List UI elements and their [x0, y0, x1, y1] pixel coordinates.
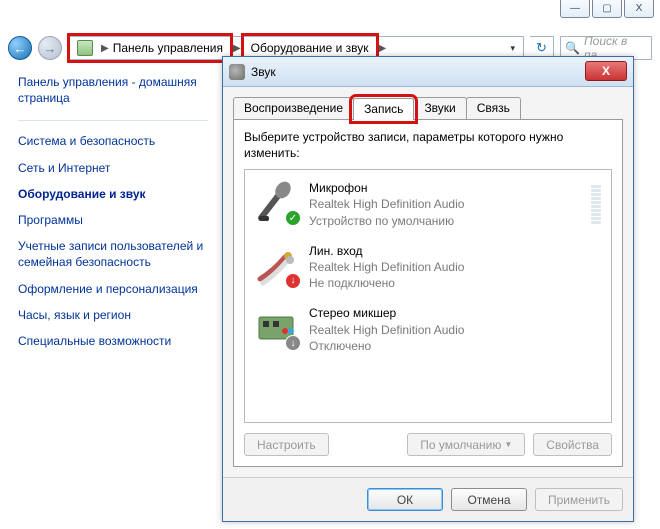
divider — [18, 120, 208, 121]
tab-pane-recording: Выберите устройство записи, параметры ко… — [233, 119, 623, 467]
control-panel-icon — [77, 40, 93, 56]
sidebar-item-network-internet[interactable]: Сеть и Интернет — [18, 160, 208, 176]
ok-button[interactable]: ОК — [367, 488, 443, 511]
chevron-right-icon[interactable]: ▶ — [229, 43, 245, 54]
sidebar-item-ease-of-access[interactable]: Специальные возможности — [18, 333, 208, 349]
cancel-button[interactable]: Отмена — [451, 488, 527, 511]
device-name: Лин. вход — [309, 243, 601, 259]
chevron-right-icon: ▶ — [97, 43, 113, 54]
chevron-right-icon[interactable]: ▶ — [375, 43, 391, 54]
tab-playback[interactable]: Воспроизведение — [233, 97, 354, 119]
nav-back-button[interactable]: ← — [8, 36, 32, 60]
microphone-icon: ✓ — [255, 180, 299, 224]
arrow-left-icon: ← — [14, 41, 27, 56]
device-row-stereo-mix[interactable]: ↓ Стерео микшер Realtek High Definition … — [249, 301, 607, 364]
speaker-icon — [229, 64, 245, 80]
sidebar-item-clock-language[interactable]: Часы, язык и регион — [18, 307, 208, 323]
device-name: Стерео микшер — [309, 305, 601, 321]
address-dropdown-button[interactable]: ▾ — [504, 43, 521, 54]
device-name: Микрофон — [309, 180, 581, 196]
breadcrumb-control-panel[interactable]: ▶ Панель управления — [71, 37, 229, 59]
nav-forward-button[interactable]: → — [38, 36, 62, 60]
device-row-line-in[interactable]: ↓ Лин. вход Realtek High Definition Audi… — [249, 239, 607, 302]
dialog-footer: ОК Отмена Применить — [223, 477, 633, 521]
search-icon: 🔍 — [565, 41, 580, 55]
sidebar-item-hardware-sound[interactable]: Оборудование и звук — [18, 186, 208, 202]
sound-dialog: Звук X Воспроизведение Запись Звуки Связ… — [222, 56, 634, 522]
dialog-close-button[interactable]: X — [585, 61, 627, 81]
arrow-down-icon: ↓ — [285, 273, 301, 289]
tab-communications[interactable]: Связь — [466, 97, 521, 119]
sidebar: Панель управления - домашняя страница Си… — [18, 74, 208, 359]
tab-sounds[interactable]: Звуки — [413, 97, 466, 119]
properties-button[interactable]: Свойства — [533, 433, 612, 456]
sound-card-icon: ↓ — [255, 305, 299, 349]
level-meter — [591, 180, 601, 224]
instruction-text: Выберите устройство записи, параметры ко… — [244, 130, 612, 161]
device-status: Устройство по умолчанию — [309, 213, 581, 229]
sidebar-item-programs[interactable]: Программы — [18, 212, 208, 228]
set-default-button[interactable]: По умолчанию▼ — [407, 433, 525, 456]
refresh-icon: ↻ — [536, 40, 547, 56]
window-maximize-button[interactable]: ▢ — [592, 0, 622, 18]
apply-button[interactable]: Применить — [535, 488, 623, 511]
configure-button[interactable]: Настроить — [244, 433, 329, 456]
device-status: Отключено — [309, 338, 601, 354]
close-icon: X — [602, 64, 610, 78]
chevron-down-icon: ▼ — [504, 440, 512, 449]
dialog-title: Звук — [251, 65, 276, 79]
sidebar-item-system-security[interactable]: Система и безопасность — [18, 133, 208, 149]
line-in-icon: ↓ — [255, 243, 299, 287]
window-close-button[interactable]: X — [624, 0, 654, 18]
device-row-microphone[interactable]: ✓ Микрофон Realtek High Definition Audio… — [249, 176, 607, 239]
sidebar-item-appearance[interactable]: Оформление и персонализация — [18, 281, 208, 297]
sidebar-home-link[interactable]: Панель управления - домашняя страница — [18, 74, 208, 106]
tab-recording[interactable]: Запись — [353, 98, 414, 120]
dialog-titlebar[interactable]: Звук X — [223, 57, 633, 87]
device-driver: Realtek High Definition Audio — [309, 322, 601, 338]
device-list[interactable]: ✓ Микрофон Realtek High Definition Audio… — [244, 169, 612, 423]
device-driver: Realtek High Definition Audio — [309, 259, 601, 275]
breadcrumb-label: Оборудование и звук — [251, 41, 369, 55]
device-status: Не подключено — [309, 275, 601, 291]
breadcrumb-label: Панель управления — [113, 41, 223, 55]
sidebar-item-user-accounts[interactable]: Учетные записи пользователей и семейная … — [18, 238, 208, 270]
device-driver: Realtek High Definition Audio — [309, 196, 581, 212]
arrow-right-icon: → — [44, 41, 57, 56]
tab-bar: Воспроизведение Запись Звуки Связь — [233, 95, 623, 119]
window-minimize-button[interactable]: — — [560, 0, 590, 18]
